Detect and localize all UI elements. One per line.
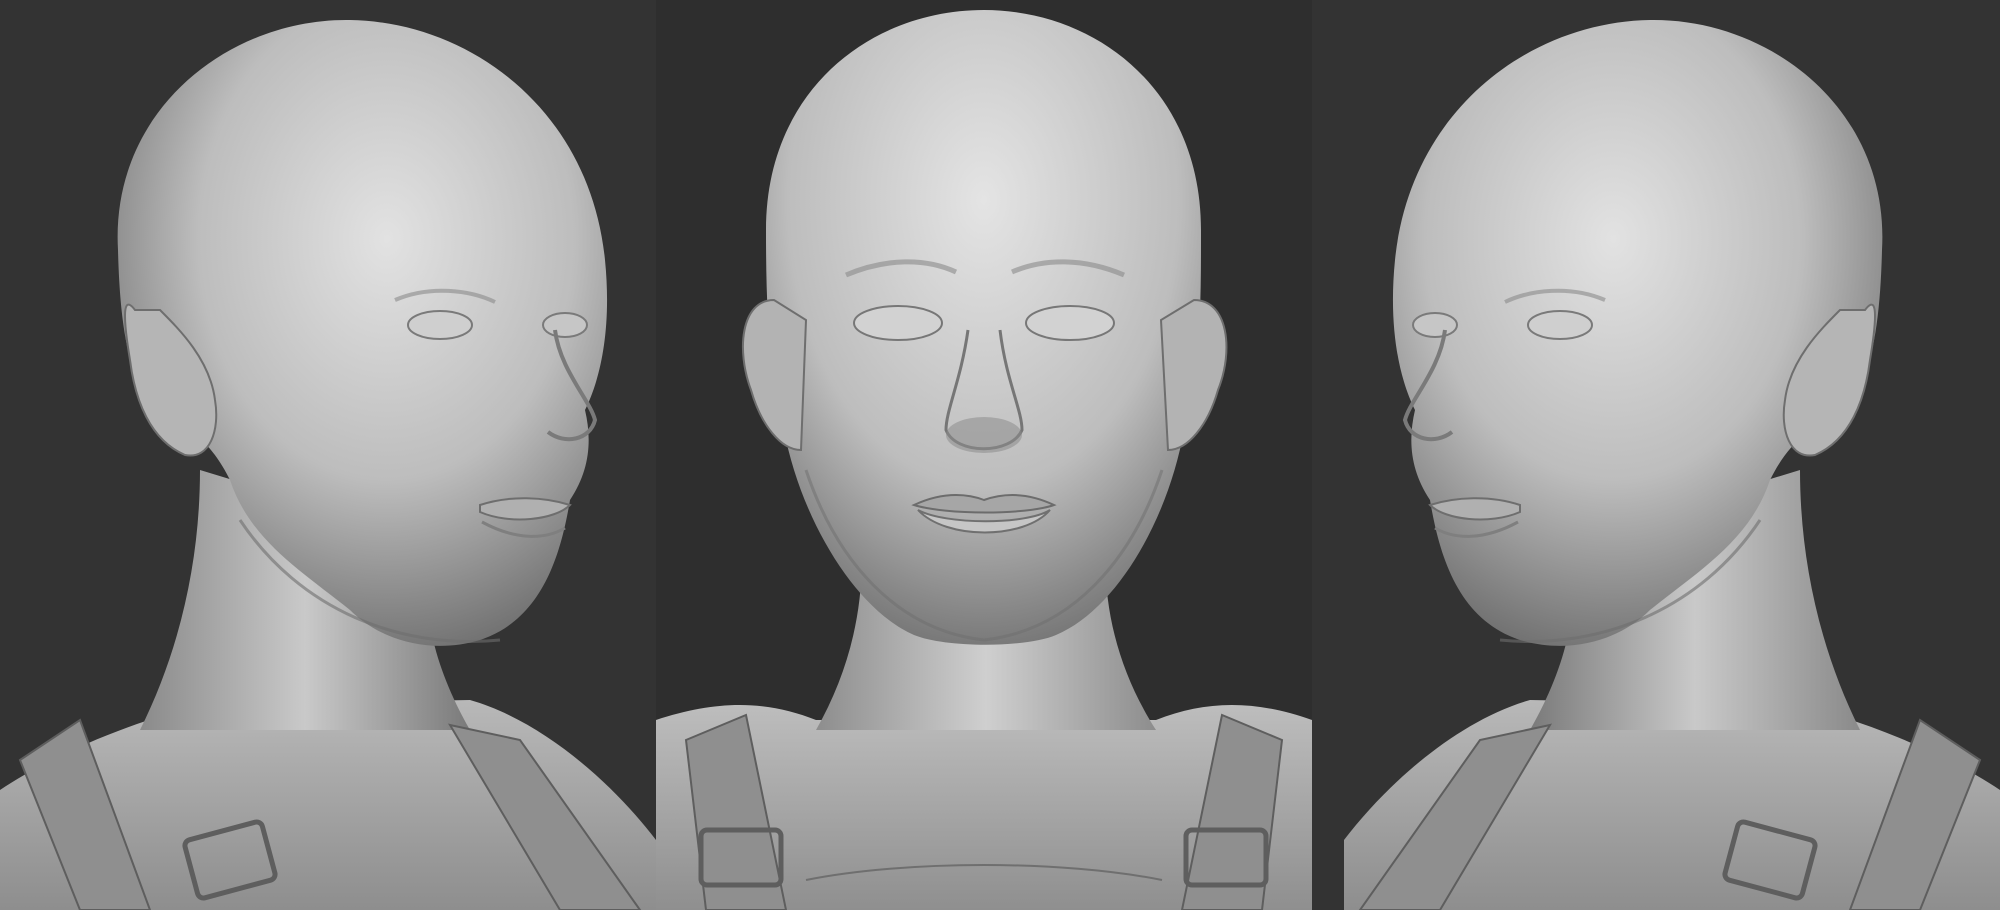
panel-three-quarter-right: [0, 0, 656, 910]
panel-front: [656, 0, 1312, 910]
sculpt-turnaround: [0, 0, 2000, 910]
sculpt-head-3q-left-icon: [1344, 19, 2000, 910]
sculpt-head-front-icon: [656, 10, 1312, 910]
panel-three-quarter-left: [1312, 0, 2000, 910]
sculpt-head-3q-right-icon: [0, 19, 656, 910]
